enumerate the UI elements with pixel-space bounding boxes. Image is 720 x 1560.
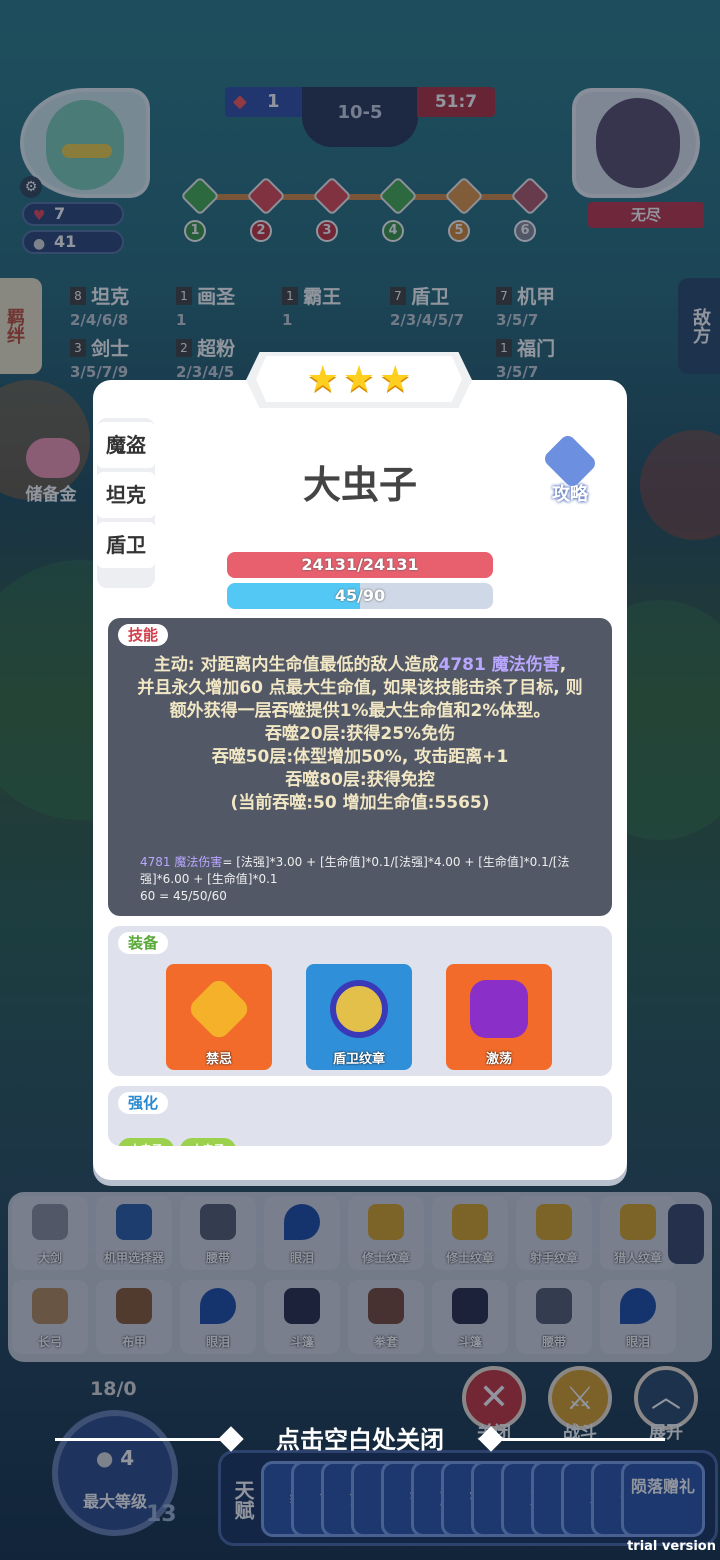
enhance-chip: 大虫子: [180, 1138, 236, 1146]
hint-diamond-left: [218, 1426, 244, 1452]
guardian-emblem-icon: [330, 980, 388, 1038]
skill-line: (当前吞噬:50 增加生命值:5565): [230, 793, 490, 813]
star-icon: ★: [379, 359, 412, 400]
enhance-label: 强化: [118, 1092, 169, 1114]
hint-line-left: [55, 1438, 220, 1441]
enhance-chip: 大虫子: [118, 1138, 174, 1146]
star-icon: ★: [306, 359, 339, 400]
skill-damage: 4781 魔法伤害: [438, 655, 560, 675]
mana-bar-text: 45/90: [334, 586, 386, 605]
star-rating: ★ ★ ★: [246, 352, 472, 408]
star-icon: ★: [342, 359, 376, 400]
skill-line: 吞噬80层:获得免控: [285, 770, 435, 790]
formula-text: 60 = 45/50/60: [140, 889, 227, 903]
guide-button[interactable]: 攻略: [535, 432, 605, 512]
skill-line: 吞噬50层:体型增加50%, 攻击距离+1: [211, 747, 509, 767]
skill-line: ,: [559, 655, 567, 675]
equipment-section: 装备 禁忌 盾卫纹章 激荡: [108, 926, 612, 1076]
equipment-name: 禁忌: [205, 1052, 232, 1067]
star-rating-inner: ★ ★ ★: [256, 356, 462, 402]
skill-line: 主动: 对距离内生命值最低的敌人造成: [153, 655, 439, 675]
hp-bar: 24131/24131: [227, 552, 493, 578]
equipment-slot[interactable]: 禁忌: [166, 964, 272, 1070]
equipment-slot[interactable]: 盾卫纹章: [306, 964, 412, 1070]
unit-detail-modal: 魔盗 坦克 盾卫 大虫子 攻略 24131/24131 45/90 技能 主动:…: [93, 380, 627, 1180]
equipment-name: 盾卫纹章: [332, 1052, 385, 1067]
forbidden-crystal-icon: [186, 976, 252, 1042]
skill-description: 主动: 对距离内生命值最低的敌人造成4781 魔法伤害, 并且永久增加60 点最…: [134, 654, 586, 815]
surge-gem-icon: [470, 980, 528, 1038]
enhance-section: 强化 大虫子 大虫子: [108, 1086, 612, 1146]
equipment-label: 装备: [118, 932, 169, 954]
mana-bar: 45/90: [227, 583, 493, 609]
skill-line: 并且永久增加60 点最大生命值, 如果该技能击杀了目标, 则额外获得一层吞噬提供…: [137, 678, 583, 721]
skill-label: 技能: [118, 624, 169, 646]
formula-value: 4781 魔法伤害: [140, 855, 223, 869]
hp-bar-text: 24131/24131: [301, 555, 419, 574]
skill-line: 吞噬20层:获得25%免伤: [264, 724, 456, 744]
class-tab[interactable]: 盾卫: [97, 522, 155, 568]
hint-line-right: [500, 1438, 665, 1441]
watermark: trial version: [627, 1539, 716, 1554]
close-hint-text: 点击空白处关闭: [276, 1426, 444, 1454]
equipment-slot[interactable]: 激荡: [446, 964, 552, 1070]
skill-section: 技能 主动: 对距离内生命值最低的敌人造成4781 魔法伤害, 并且永久增加60…: [108, 618, 612, 916]
close-hint[interactable]: 点击空白处关闭: [0, 1418, 720, 1462]
equipment-name: 激荡: [485, 1052, 512, 1067]
skill-formula: 4781 魔法伤害= [法强]*3.00 + [生命值]*0.1/[法强]*4.…: [140, 854, 594, 905]
